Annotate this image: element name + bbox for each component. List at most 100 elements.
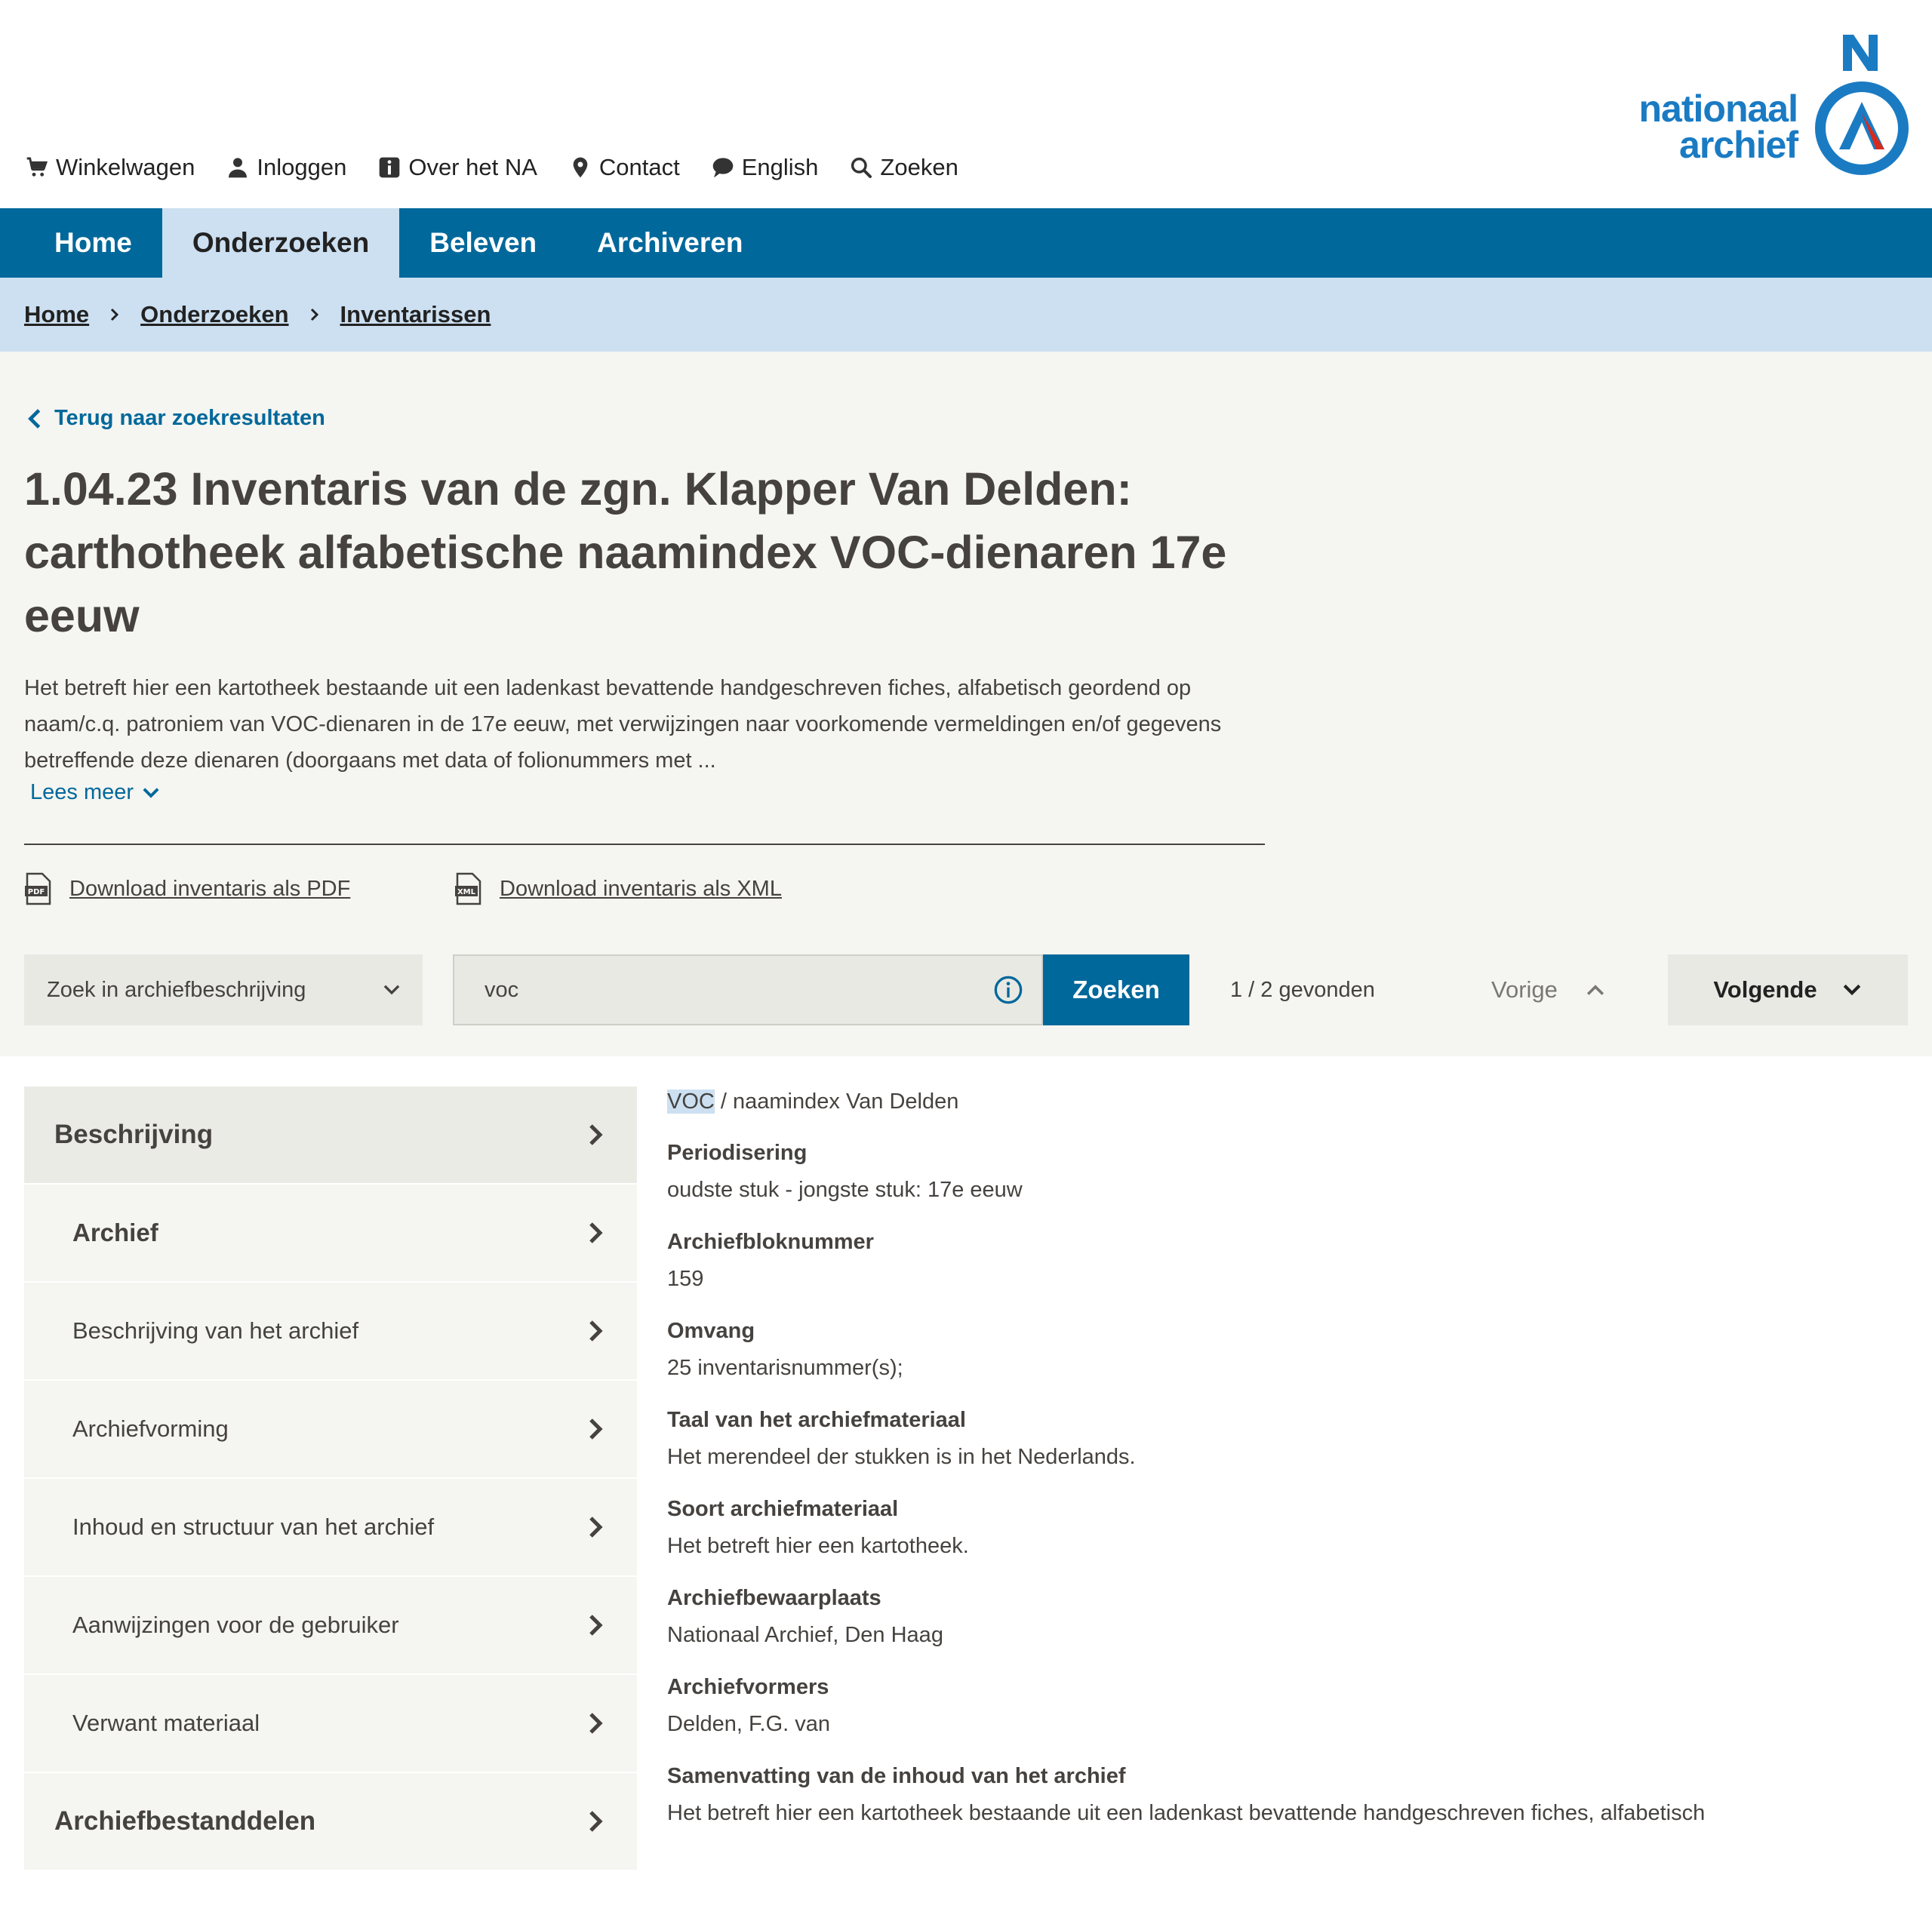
info-circle-icon[interactable] (993, 975, 1023, 1005)
field-soort: Soort archiefmateriaal Het betreft hier … (667, 1491, 1905, 1565)
next-result-button[interactable]: Volgende (1668, 954, 1908, 1025)
intro-text: Het betreft hier een kartotheek bestaand… (24, 676, 1222, 773)
field-label: Archiefbloknummer (667, 1230, 874, 1254)
nav-home[interactable]: Home (0, 208, 162, 278)
pdf-file-icon: PDF (25, 872, 51, 905)
download-pdf-link[interactable]: PDF Download inventaris als PDF (24, 872, 350, 905)
field-value: Het betreft hier een kartotheek bestaand… (667, 1801, 1706, 1825)
sidebar-item-label: Inhoud en structuur van het archief (72, 1514, 435, 1540)
field-samenvatting: Samenvatting van de inhoud van het archi… (667, 1758, 1905, 1832)
breadcrumb: Home Onderzoeken Inventarissen (0, 278, 1932, 352)
logo-wordmark: nationaal archief (1638, 88, 1798, 164)
chevron-right-icon (589, 1811, 603, 1832)
sidebar-item-aanwijzingen[interactable]: Aanwijzingen voor de gebruiker (24, 1577, 637, 1675)
back-to-results-label: Terug naar zoekresultaten (54, 406, 325, 430)
sidebar-item-label: Verwant materiaal (72, 1710, 260, 1736)
breadcrumb-inventarissen[interactable]: Inventarissen (340, 301, 491, 328)
inventory-header: Terug naar zoekresultaten 1.04.23 Invent… (0, 352, 1932, 1056)
field-taal: Taal van het archiefmateriaal Het merend… (667, 1402, 1905, 1476)
nav-archiveren[interactable]: Archiveren (567, 208, 773, 278)
sidebar-item-beschrijving-van-het-archief[interactable]: Beschrijving van het archief (24, 1283, 637, 1381)
sidebar-item-label: Archiefvorming (72, 1415, 229, 1442)
search-link[interactable]: Zoeken (848, 154, 958, 181)
user-icon (225, 155, 251, 180)
archive-description: VOC / naamindex Van Delden Periodisering… (667, 1083, 1905, 1832)
search-scope-select[interactable]: Zoek in archiefbeschrijving (24, 954, 423, 1025)
search-input-value: voc (485, 977, 519, 1002)
field-value: Het betreft hier een kartotheek. (667, 1534, 969, 1558)
chevron-right-icon (589, 1713, 603, 1734)
chevron-right-icon (589, 1222, 603, 1243)
cart-link-label: Winkelwagen (56, 154, 195, 180)
sidebar-item-label: Archief (72, 1219, 158, 1246)
field-archiefbloknummer: Archiefbloknummer 159 (667, 1224, 1905, 1298)
download-pdf-label: Download inventaris als PDF (69, 876, 351, 901)
field-value: 159 (667, 1267, 704, 1291)
sidebar-item-label: Beschrijving (54, 1120, 214, 1149)
chevron-right-icon (589, 1124, 603, 1145)
field-archiefvormers: Archiefvormers Delden, F.G. van (667, 1669, 1905, 1743)
field-label: Taal van het archiefmateriaal (667, 1408, 966, 1432)
breadcrumb-home[interactable]: Home (24, 301, 89, 328)
field-label: Periodisering (667, 1141, 808, 1165)
chevron-right-icon (589, 1320, 603, 1342)
cart-link[interactable]: Winkelwagen (24, 154, 195, 181)
field-label: Samenvatting van de inhoud van het archi… (667, 1764, 1126, 1788)
english-link-label: English (741, 154, 819, 180)
inventory-sidebar: Beschrijving Archief Beschrijving van he… (24, 1086, 637, 1871)
utility-bar: Winkelwagen Inloggen Over het NA Contact… (0, 0, 1932, 208)
previous-result-button[interactable]: Vorige (1491, 954, 1606, 1025)
sidebar-item-label: Archiefbestanddelen (54, 1806, 316, 1836)
login-link[interactable]: Inloggen (225, 154, 346, 181)
field-value: Het merendeel der stukken is in het Nede… (667, 1445, 1136, 1469)
xml-file-icon: XML (455, 872, 481, 905)
search-scope-value: Zoek in archiefbeschrijving (47, 977, 306, 1002)
sidebar-item-verwant-materiaal[interactable]: Verwant materiaal (24, 1675, 637, 1773)
field-label: Archiefbewaarplaats (667, 1586, 881, 1610)
field-archiefbewaarplaats: Archiefbewaarplaats Nationaal Archief, D… (667, 1580, 1905, 1654)
field-value: Delden, F.G. van (667, 1712, 830, 1736)
login-link-label: Inloggen (257, 154, 347, 180)
next-label: Volgende (1713, 976, 1817, 1003)
search-input[interactable]: voc (453, 954, 1043, 1025)
breadcrumb-onderzoeken[interactable]: Onderzoeken (140, 301, 288, 328)
logo-line1: nationaal (1638, 88, 1798, 130)
field-value: Nationaal Archief, Den Haag (667, 1623, 943, 1647)
nav-onderzoeken[interactable]: Onderzoeken (162, 208, 400, 278)
main-navigation: Home Onderzoeken Beleven Archiveren (0, 208, 1932, 278)
sidebar-item-archiefvorming[interactable]: Archiefvorming (24, 1381, 637, 1479)
contact-link[interactable]: Contact (568, 154, 680, 181)
divider (24, 844, 1265, 845)
chevron-right-icon (589, 1517, 603, 1538)
sidebar-item-beschrijving[interactable]: Beschrijving (24, 1086, 637, 1185)
read-more-link[interactable]: Lees meer (30, 780, 161, 805)
back-to-results-link[interactable]: Terug naar zoekresultaten (24, 406, 325, 431)
about-link[interactable]: Over het NA (377, 154, 537, 181)
chevron-down-icon (383, 985, 400, 995)
chevron-down-icon (143, 787, 159, 798)
svg-text:XML: XML (457, 888, 476, 896)
contact-link-label: Contact (598, 154, 680, 180)
sidebar-item-inhoud-en-structuur[interactable]: Inhoud en structuur van het archief (24, 1479, 637, 1577)
search-button[interactable]: Zoeken (1043, 954, 1189, 1025)
sidebar-item-label: Aanwijzingen voor de gebruiker (72, 1612, 399, 1638)
search-icon (848, 155, 874, 180)
download-xml-link[interactable]: XML Download inventaris als XML (454, 872, 782, 905)
field-omvang: Omvang 25 inventarisnummer(s); (667, 1313, 1905, 1387)
search-highlight: VOC (667, 1090, 715, 1114)
nav-beleven[interactable]: Beleven (399, 208, 567, 278)
chevron-right-icon (589, 1418, 603, 1440)
nationaal-archief-logo[interactable]: nationaal archief (1630, 30, 1911, 178)
utility-links: Winkelwagen Inloggen Over het NA Contact… (24, 154, 989, 181)
sidebar-item-archief[interactable]: Archief (24, 1185, 637, 1283)
field-value: oudste stuk - jongste stuk: 17e eeuw (667, 1178, 1023, 1202)
sidebar-item-archiefbestanddelen[interactable]: Archiefbestanddelen (24, 1773, 637, 1871)
english-link[interactable]: English (710, 154, 819, 181)
page-title: 1.04.23 Inventaris van de zgn. Klapper V… (24, 463, 1227, 641)
about-link-label: Over het NA (408, 154, 537, 180)
location-pin-icon (568, 155, 593, 180)
download-xml-label: Download inventaris als XML (500, 876, 782, 901)
info-icon (377, 155, 402, 180)
field-periodisering: Periodisering oudste stuk - jongste stuk… (667, 1135, 1905, 1209)
chevron-left-icon (28, 408, 41, 429)
